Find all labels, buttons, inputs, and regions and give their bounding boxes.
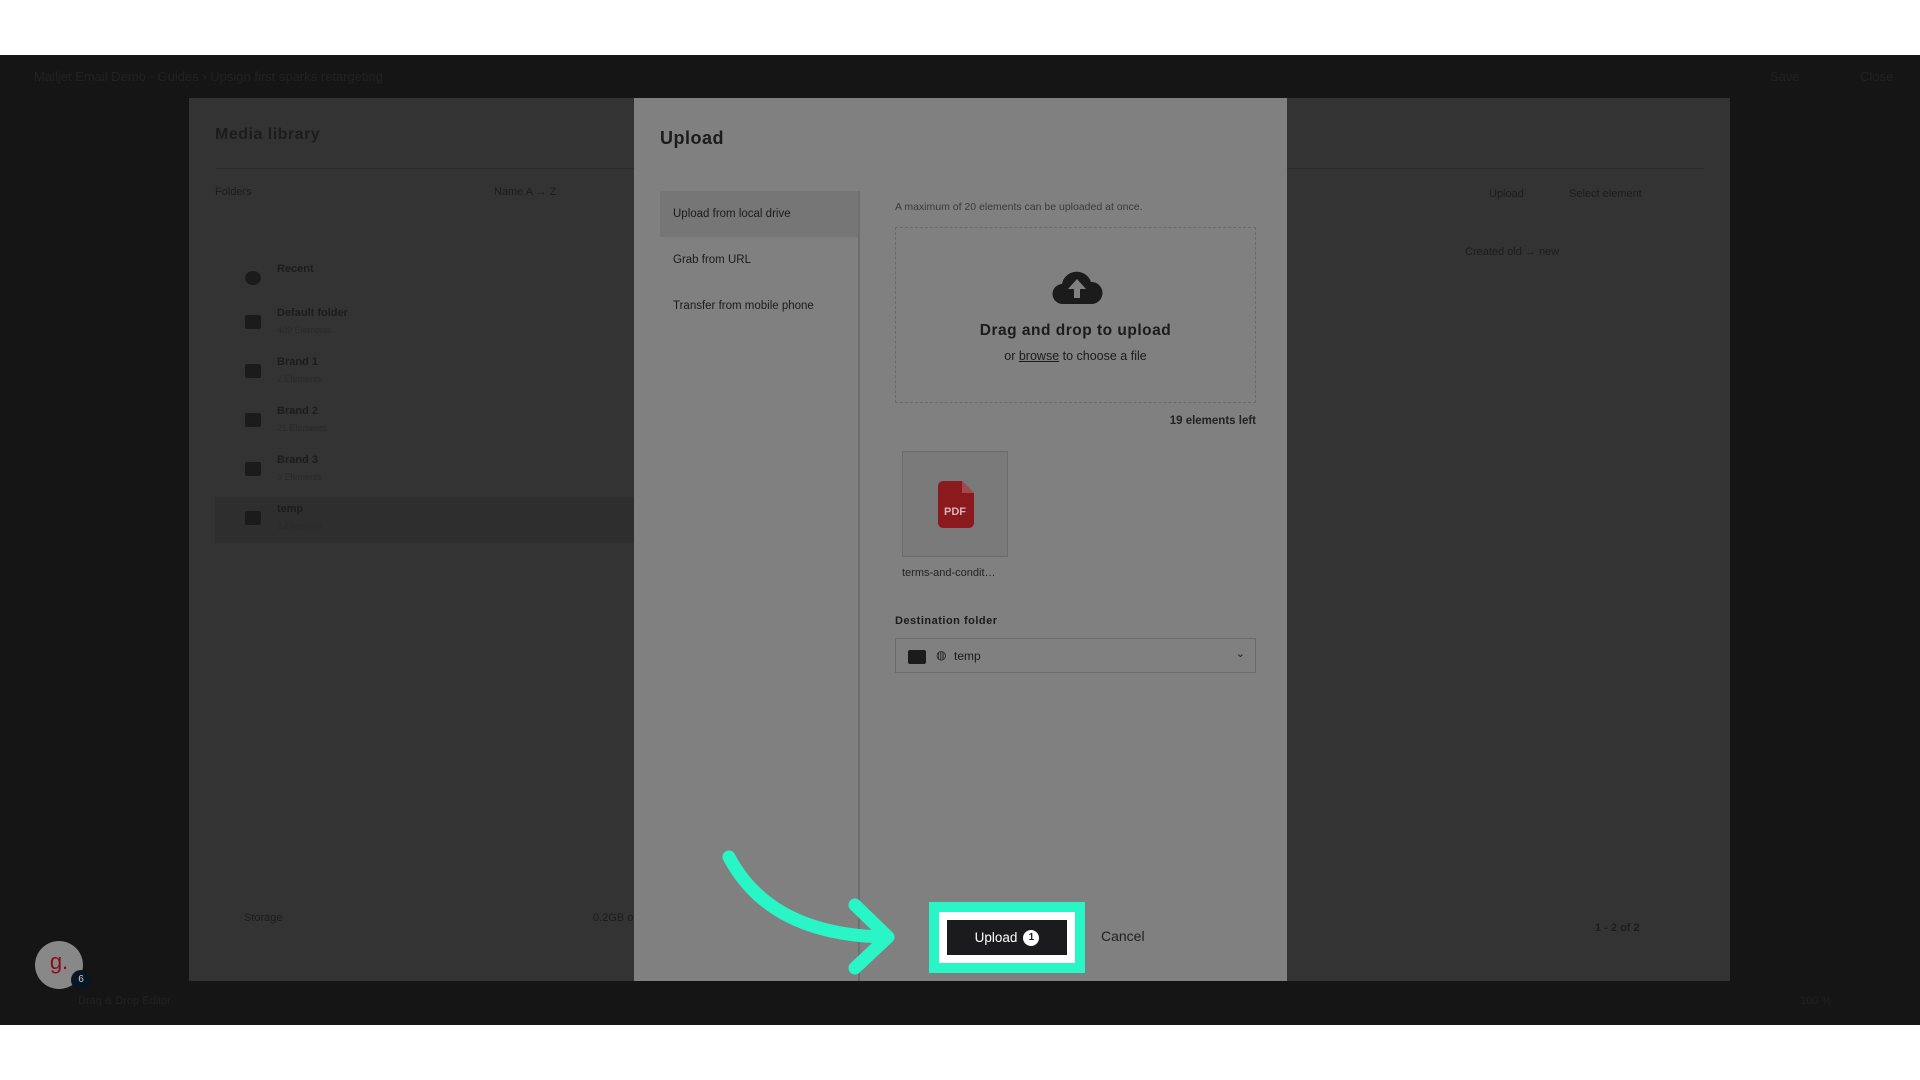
menu-upload-local[interactable]: Upload from local drive — [660, 191, 858, 237]
clock-icon — [245, 271, 261, 285]
folder-recent[interactable]: Recent — [215, 257, 635, 303]
modal-title: Upload — [660, 128, 724, 148]
folders-label: Folders — [215, 186, 252, 198]
upload-button[interactable]: Upload 1 — [947, 920, 1067, 955]
upload-button-highlight: Upload 1 — [929, 902, 1085, 973]
browse-link[interactable]: browse — [1019, 349, 1059, 363]
document-title: Mailjet Email Demo · Guides › Upsign fir… — [34, 69, 383, 84]
upload-modal: Upload Upload from local drive Grab from… — [634, 98, 1287, 981]
cloud-folder-icon — [245, 413, 261, 427]
home-icon — [245, 315, 261, 329]
globe-icon: ◍ — [936, 648, 947, 662]
destination-folder-value: temp — [954, 649, 981, 663]
file-name: terms-and-condit… — [902, 567, 996, 579]
folder-temp[interactable]: temp 2 Elements — [215, 497, 635, 543]
close-button[interactable]: Close — [1860, 69, 1893, 84]
dropzone[interactable]: Drag and drop to upload or browse to cho… — [895, 227, 1256, 403]
folder-brand-3[interactable]: Brand 39 Elements — [215, 448, 635, 494]
pdf-label: PDF — [944, 506, 966, 518]
cancel-button[interactable]: Cancel — [1101, 928, 1145, 944]
chevron-down-icon: ⌄ — [1235, 648, 1245, 660]
select-element-button[interactable]: Select element — [1569, 188, 1642, 200]
storage-label: Storage — [244, 912, 283, 924]
cloud-upload-icon — [1052, 271, 1103, 305]
folder-icon — [245, 511, 261, 525]
zoom-level: 100 % — [1800, 995, 1832, 1007]
media-sort-dropdown[interactable]: Created old → new — [1465, 246, 1559, 258]
folder-icon — [245, 462, 261, 476]
upload-content: A maximum of 20 elements can be uploaded… — [895, 191, 1256, 673]
destination-folder-select[interactable]: ◍ temp ⌄ — [895, 638, 1256, 673]
media-library-title: Media library — [215, 126, 321, 143]
folder-default[interactable]: Default folder 409 Elements — [215, 301, 635, 347]
menu-grab-url[interactable]: Grab from URL — [660, 237, 858, 283]
notification-badge: 6 — [71, 970, 91, 990]
upload-count-badge: 1 — [1023, 929, 1040, 946]
folder-sort-dropdown[interactable]: Name A → Z — [494, 186, 556, 198]
bottom-bar: Drag & Drop Editor 100 % — [0, 981, 1920, 1025]
menu-transfer-mobile[interactable]: Transfer from mobile phone — [660, 283, 858, 329]
top-bar: Mailjet Email Demo · Guides › Upsign fir… — [0, 55, 1920, 98]
save-button[interactable]: Save — [1770, 69, 1800, 84]
drop-subtitle: or browse to choose a file — [1004, 349, 1147, 363]
editor-mode-dropdown[interactable]: Drag & Drop Editor — [78, 995, 171, 1007]
upload-source-menu: Upload from local drive Grab from URL Tr… — [660, 191, 860, 981]
drop-title: Drag and drop to upload — [979, 322, 1172, 339]
folder-icon — [245, 364, 261, 378]
folder-brand-1[interactable]: Brand 12 Elements — [215, 350, 635, 396]
storage-value: 0.2GB of — [593, 912, 637, 924]
file-thumbnail[interactable]: PDF — [902, 451, 1008, 557]
elements-left: 19 elements left — [1169, 415, 1256, 427]
folder-brand-2[interactable]: Brand 2 21 Elements — [215, 399, 635, 445]
pdf-file-icon — [938, 481, 974, 528]
destination-folder-label: Destination folder — [895, 615, 998, 627]
folder-icon — [908, 650, 926, 664]
pagination: 1 - 2 of 2 — [1595, 922, 1640, 934]
library-upload-button[interactable]: Upload — [1489, 188, 1524, 200]
upload-limit-info: A maximum of 20 elements can be uploaded… — [895, 201, 1143, 213]
